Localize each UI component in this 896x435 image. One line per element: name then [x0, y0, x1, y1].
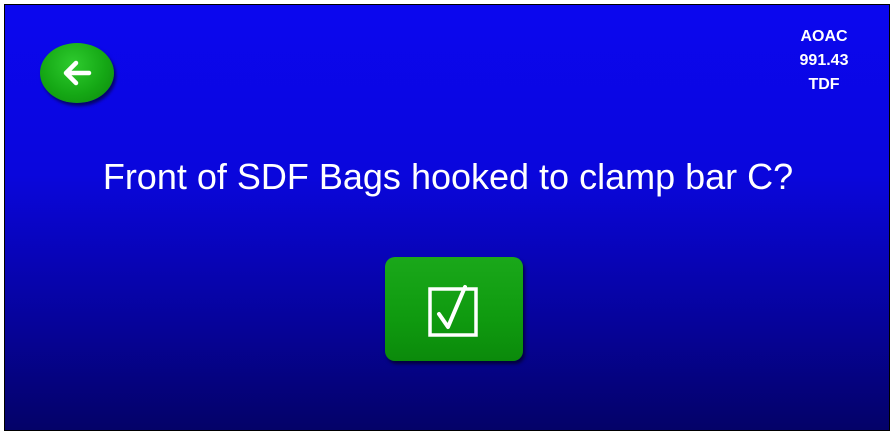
app-screen: AOAC 991.43 TDF Front of SDF Bags hooked… [4, 4, 890, 431]
arrow-left-icon [63, 60, 92, 86]
method-line-standard: AOAC [800, 28, 848, 45]
method-line-type: TDF [808, 76, 840, 93]
method-label: AOAC 991.43 TDF [779, 25, 869, 97]
back-button[interactable] [40, 43, 114, 103]
checkbox-checked-icon [428, 285, 478, 337]
confirm-button[interactable] [385, 257, 523, 361]
question-prompt: Front of SDF Bags hooked to clamp bar C? [102, 156, 794, 197]
method-line-number: 991.43 [799, 52, 849, 69]
